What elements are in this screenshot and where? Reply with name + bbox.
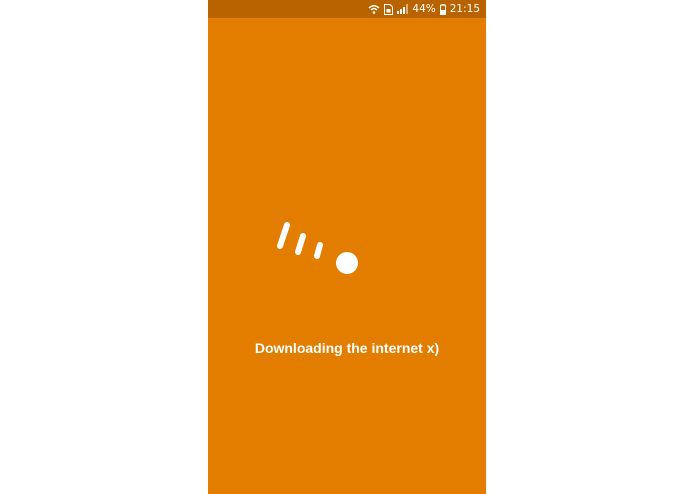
app-screen: 44% 21:15 Downloading the internet x) [208,0,486,494]
status-bar: 44% 21:15 [208,0,486,18]
signal-arc-large [277,222,290,249]
loading-message: Downloading the internet x) [254,340,440,356]
wifi-hotspot-icon [368,4,380,15]
status-icons: 44% 21:15 [368,0,480,18]
wifi-loading-animation [271,218,371,282]
signal-dot [336,252,358,274]
battery-percent: 44% [412,3,436,15]
sim-card-icon [384,3,394,15]
battery-icon [439,3,446,15]
signal-strength-icon [397,4,409,14]
signal-arc-medium [295,233,306,255]
clock: 21:15 [449,3,480,15]
signal-arc-small [314,242,323,259]
